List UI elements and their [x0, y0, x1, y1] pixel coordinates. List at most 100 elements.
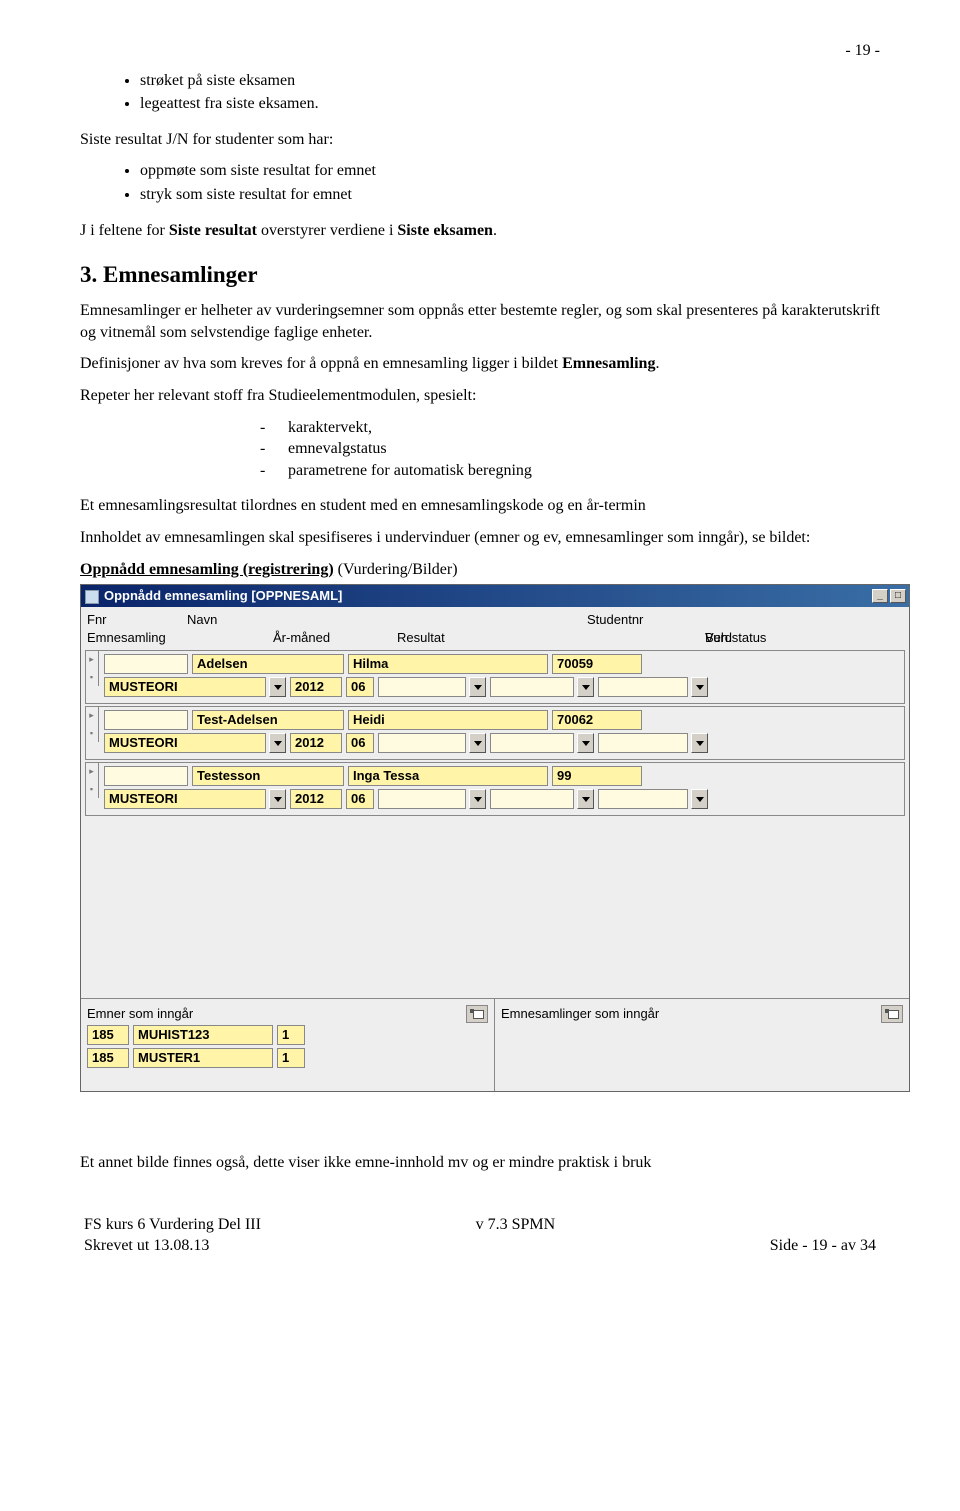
window-icon: [85, 590, 99, 604]
resultat-field[interactable]: [378, 677, 466, 697]
options-button[interactable]: [466, 1005, 488, 1023]
behstatus-field[interactable]: [598, 789, 688, 809]
sub-emnesamlinger-title: Emnesamlinger som inngår: [501, 1005, 659, 1023]
para-1: Emnesamlinger er helheter av vurderingse…: [80, 300, 880, 343]
dropdown-icon[interactable]: [269, 677, 286, 697]
surname-field[interactable]: Test-Adelsen: [192, 710, 344, 730]
dropdown-icon[interactable]: [691, 677, 708, 697]
sub-b-field[interactable]: MUSTER1: [133, 1048, 273, 1068]
column-header-row-1: Fnr Navn Studentnr: [81, 607, 909, 629]
surname-field[interactable]: Adelsen: [192, 654, 344, 674]
aar-field[interactable]: 2012: [290, 789, 342, 809]
sub-c-field[interactable]: 1: [277, 1025, 305, 1045]
page-number: - 19 -: [80, 40, 880, 62]
window-oppnadd-emnesamling: Oppnådd emnesamling [OPPNESAML] _ □ Fnr …: [80, 584, 910, 1092]
emnesamling-field[interactable]: MUSTEORI: [104, 789, 266, 809]
footer-left-2: Skrevet ut 13.08.13: [84, 1235, 261, 1257]
sub-emner-title: Emner som inngår: [87, 1005, 193, 1023]
after-para: Et annet bilde finnes også, dette viser …: [80, 1152, 880, 1174]
col-resultat: Resultat: [397, 629, 537, 647]
dash-item: emnevalgstatus: [288, 438, 387, 460]
para-2: Definisjoner av hva som kreves for å opp…: [80, 353, 880, 375]
surname-field[interactable]: Testesson: [192, 766, 344, 786]
record-row[interactable]: ▸▪ Testesson Inga Tessa 99 MUSTEORI 2012…: [85, 762, 905, 816]
studentnr-field[interactable]: 99: [552, 766, 642, 786]
section-heading: 3. Emnesamlinger: [80, 259, 880, 290]
fnr-field[interactable]: [104, 766, 188, 786]
vurd-field[interactable]: [490, 733, 574, 753]
minimize-button[interactable]: _: [872, 589, 888, 603]
caption: Oppnådd emnesamling (registrering) (Vurd…: [80, 559, 880, 581]
para-5: Innholdet av emnesamlingen skal spesifis…: [80, 527, 880, 549]
bullet-item: legeattest fra siste eksamen.: [140, 93, 880, 115]
sub-emner: Emner som inngår 185 MUHIST123 1 185 MUS…: [81, 999, 495, 1091]
dropdown-icon[interactable]: [577, 677, 594, 697]
dropdown-icon[interactable]: [691, 733, 708, 753]
footer-right: Side - 19 - av 34: [770, 1235, 876, 1257]
footer: FS kurs 6 Vurdering Del III Skrevet ut 1…: [80, 1214, 880, 1257]
sub-a-field[interactable]: 185: [87, 1025, 129, 1045]
col-navn: Navn: [187, 611, 397, 629]
firstname-field[interactable]: Hilma: [348, 654, 548, 674]
maximize-button[interactable]: □: [890, 589, 906, 603]
records-area: ▸▪ Adelsen Hilma 70059 MUSTEORI 2012 06: [81, 650, 909, 998]
dash-item: karaktervekt,: [288, 417, 372, 439]
fnr-field[interactable]: [104, 710, 188, 730]
fnr-field[interactable]: [104, 654, 188, 674]
dropdown-icon[interactable]: [691, 789, 708, 809]
col-vurd: Vurd: [617, 629, 705, 647]
resultat-field[interactable]: [378, 789, 466, 809]
sub-b-field[interactable]: MUHIST123: [133, 1025, 273, 1045]
bullets-siste: oppmøte som siste resultat for emnet str…: [80, 160, 880, 205]
studentnr-field[interactable]: 70062: [552, 710, 642, 730]
bullet-item: oppmøte som siste resultat for emnet: [140, 160, 880, 182]
dropdown-icon[interactable]: [577, 733, 594, 753]
para-3: Repeter her relevant stoff fra Studieele…: [80, 385, 880, 407]
siste-intro: Siste resultat J/N for studenter som har…: [80, 129, 880, 151]
dropdown-icon[interactable]: [469, 677, 486, 697]
aar-field[interactable]: 2012: [290, 733, 342, 753]
resultat-field[interactable]: [378, 733, 466, 753]
aar-field[interactable]: 2012: [290, 677, 342, 697]
titlebar[interactable]: Oppnådd emnesamling [OPPNESAML] _ □: [81, 585, 909, 607]
dropdown-icon[interactable]: [469, 789, 486, 809]
col-fnr: Fnr: [87, 611, 187, 629]
maned-field[interactable]: 06: [346, 789, 374, 809]
record-row[interactable]: ▸▪ Adelsen Hilma 70059 MUSTEORI 2012 06: [85, 650, 905, 704]
emnesamling-field[interactable]: MUSTEORI: [104, 733, 266, 753]
sub-a-field[interactable]: 185: [87, 1048, 129, 1068]
bullet-item: strøket på siste eksamen: [140, 70, 880, 92]
vurd-field[interactable]: [490, 677, 574, 697]
vurd-field[interactable]: [490, 789, 574, 809]
bullet-item: stryk som siste resultat for emnet: [140, 184, 880, 206]
dropdown-icon[interactable]: [577, 789, 594, 809]
firstname-field[interactable]: Inga Tessa: [348, 766, 548, 786]
col-behstatus: Beh.status: [705, 629, 785, 647]
column-header-row-2: Emnesamling År-måned Resultat Vurd Beh.s…: [81, 629, 909, 651]
bullets-top: strøket på siste eksamen legeattest fra …: [80, 70, 880, 115]
sub-emnesamlinger: Emnesamlinger som inngår: [495, 999, 909, 1091]
record-row[interactable]: ▸▪ Test-Adelsen Heidi 70062 MUSTEORI 201…: [85, 706, 905, 760]
behstatus-field[interactable]: [598, 677, 688, 697]
dropdown-icon[interactable]: [269, 733, 286, 753]
dash-list: -karaktervekt, -emnevalgstatus -parametr…: [80, 417, 880, 482]
col-aarmaned: År-måned: [187, 629, 397, 647]
footer-left-1: FS kurs 6 Vurdering Del III: [84, 1214, 261, 1236]
col-emnesamling: Emnesamling: [87, 629, 187, 647]
override-line: J i feltene for Siste resultat overstyre…: [80, 220, 880, 242]
behstatus-field[interactable]: [598, 733, 688, 753]
studentnr-field[interactable]: 70059: [552, 654, 642, 674]
sub-panels: Emner som inngår 185 MUHIST123 1 185 MUS…: [81, 998, 909, 1091]
emnesamling-field[interactable]: MUSTEORI: [104, 677, 266, 697]
options-button[interactable]: [881, 1005, 903, 1023]
para-4: Et emnesamlingsresultat tilordnes en stu…: [80, 495, 880, 517]
firstname-field[interactable]: Heidi: [348, 710, 548, 730]
window-title: Oppnådd emnesamling [OPPNESAML]: [104, 588, 342, 603]
dropdown-icon[interactable]: [269, 789, 286, 809]
dash-item: parametrene for automatisk beregning: [288, 460, 532, 482]
sub-c-field[interactable]: 1: [277, 1048, 305, 1068]
maned-field[interactable]: 06: [346, 733, 374, 753]
col-studentnr: Studentnr: [587, 611, 687, 629]
maned-field[interactable]: 06: [346, 677, 374, 697]
dropdown-icon[interactable]: [469, 733, 486, 753]
